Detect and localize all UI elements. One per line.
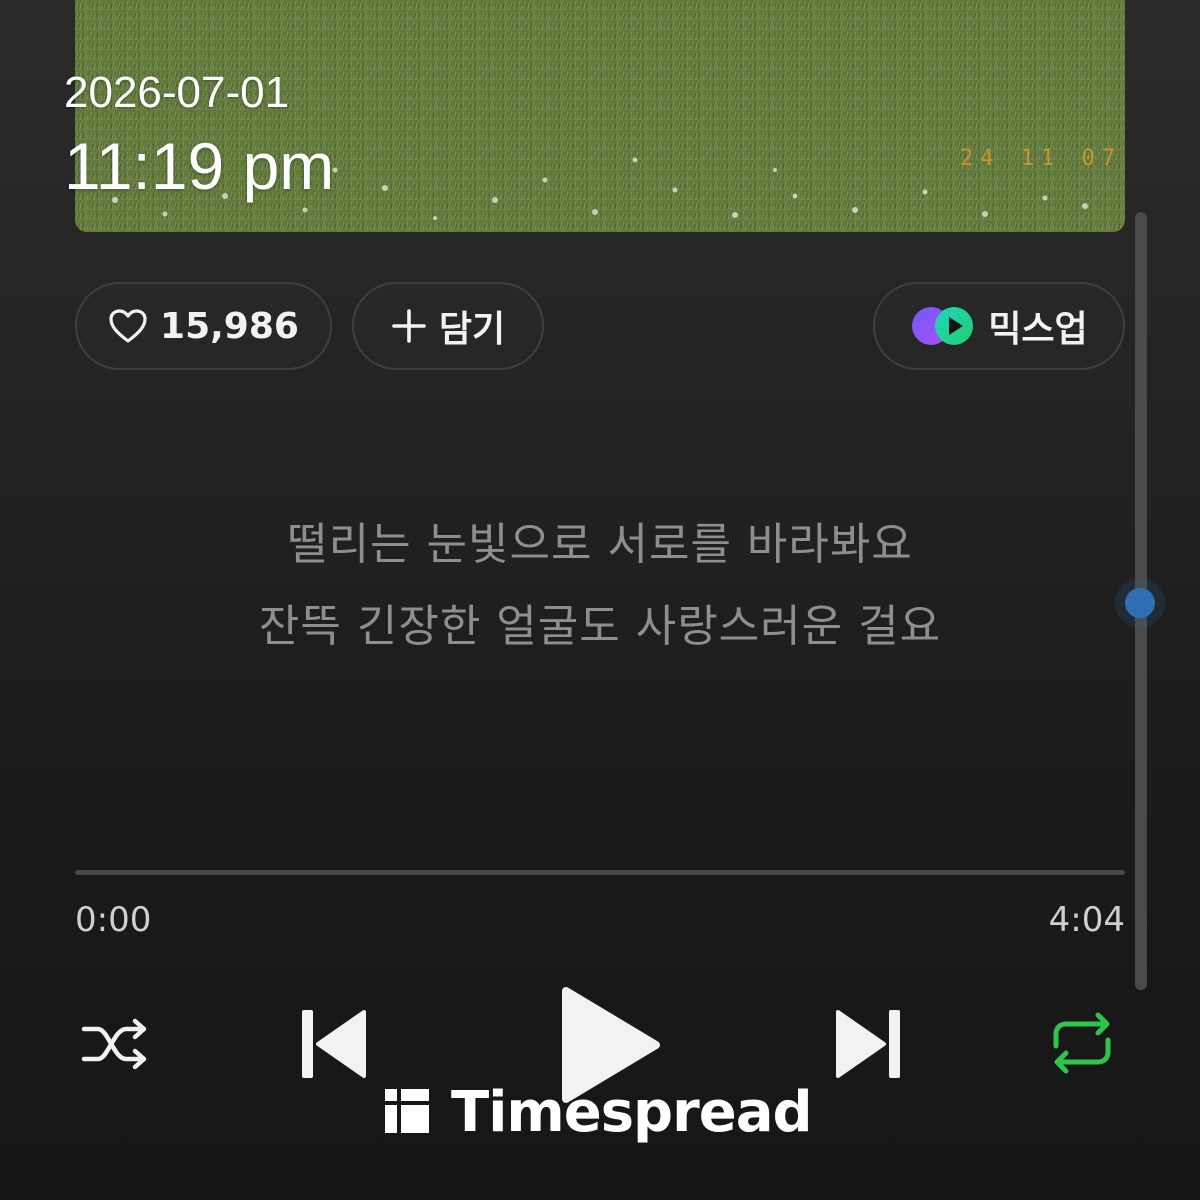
mixup-label: 믹스업	[988, 309, 1088, 350]
photo-date-stamp: 24 11 07	[960, 146, 1122, 171]
watermark-text: Timespread	[451, 1080, 813, 1145]
overlay-time: 11:19 pm	[64, 129, 335, 203]
mixup-logo-icon	[910, 305, 976, 347]
scrollbar-thumb[interactable]	[1125, 588, 1155, 618]
previous-track-button[interactable]	[298, 1008, 368, 1084]
repeat-icon	[1046, 1010, 1118, 1080]
elapsed-time: 0:00	[75, 900, 152, 940]
total-time: 4:04	[1048, 900, 1125, 940]
progress-bar[interactable]	[75, 870, 1125, 875]
add-to-playlist-button[interactable]: 담기	[352, 282, 544, 370]
overlay-date: 2026-07-01	[64, 68, 290, 117]
mixup-button[interactable]: 믹스업	[873, 282, 1125, 370]
timespread-logo-icon	[383, 1087, 431, 1139]
shuffle-button[interactable]	[80, 1015, 152, 1077]
next-track-button[interactable]	[834, 1008, 904, 1084]
shuffle-icon	[80, 1013, 152, 1079]
repeat-button[interactable]	[1046, 1012, 1118, 1078]
timespread-watermark: Timespread	[383, 1080, 813, 1145]
add-label: 담기	[438, 309, 506, 350]
lyric-line[interactable]: 떨리는 눈빛으로 서로를 바라봐요	[0, 508, 1200, 572]
skip-next-icon	[834, 1006, 904, 1086]
like-button[interactable]: 15,986	[75, 282, 332, 370]
like-count: 15,986	[160, 305, 299, 347]
lyric-line[interactable]: 잔뜩 긴장한 얼굴도 사랑스러운 걸요	[0, 590, 1200, 654]
heart-outline-icon	[108, 308, 148, 344]
skip-previous-icon	[298, 1006, 368, 1086]
plus-icon	[391, 308, 427, 344]
